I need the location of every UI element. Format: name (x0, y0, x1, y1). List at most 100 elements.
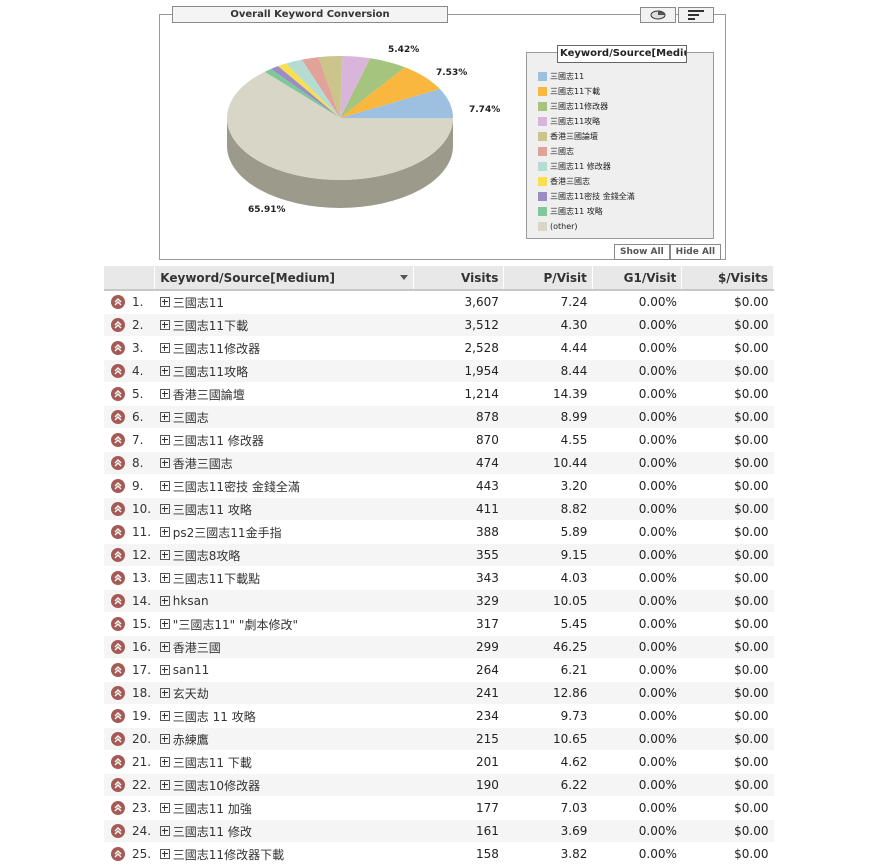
keyword-link[interactable]: 玄天劫 (173, 687, 209, 701)
legend-item[interactable]: 三國志11 攻略 (538, 204, 635, 219)
rank-chevron-icon[interactable] (111, 364, 125, 378)
legend-item[interactable]: 三國志11密技 金錢全滿 (538, 189, 635, 204)
header-g1visit[interactable]: G1/Visit (592, 266, 683, 291)
dvisits-cell: $0.00 (681, 635, 774, 659)
rank-chevron-icon[interactable] (111, 433, 125, 447)
bar-chart-view-button[interactable] (678, 7, 714, 23)
rank-chevron-icon[interactable] (111, 755, 125, 769)
legend-item[interactable]: 三國志11攻略 (538, 114, 635, 129)
keyword-link[interactable]: san11 (173, 663, 209, 677)
keyword-link[interactable]: 三國志11 修改 (173, 825, 252, 839)
keyword-link[interactable]: 三國志8攻略 (173, 549, 241, 563)
rank-chevron-icon[interactable] (111, 778, 125, 792)
keyword-link[interactable]: ps2三國志11金手指 (173, 526, 282, 540)
keyword-link[interactable]: 香港三國 (173, 641, 221, 655)
rank-chevron-icon[interactable] (111, 801, 125, 815)
rank-chevron-icon[interactable] (111, 686, 125, 700)
keyword-link[interactable]: 赤練鷹 (173, 733, 209, 747)
expand-plus-icon[interactable] (159, 573, 170, 583)
keyword-link[interactable]: 三國志11下載 (173, 319, 248, 333)
expand-plus-icon[interactable] (159, 527, 170, 537)
legend-item[interactable]: 香港三國論壇 (538, 129, 635, 144)
expand-plus-icon[interactable] (159, 504, 170, 514)
keyword-link[interactable]: 三國志11修改器下載 (173, 848, 284, 862)
keyword-link[interactable]: 三國志11下載點 (173, 572, 260, 586)
rank-chevron-icon[interactable] (111, 847, 125, 861)
rank-chevron-icon[interactable] (111, 571, 125, 585)
rank-chevron-icon[interactable] (111, 548, 125, 562)
rank-chevron-icon[interactable] (111, 341, 125, 355)
keyword-link[interactable]: 三國志11 (173, 296, 224, 310)
expand-plus-icon[interactable] (159, 803, 170, 813)
expand-plus-icon[interactable] (159, 389, 170, 399)
show-all-button[interactable]: Show All (614, 244, 670, 260)
keyword-link[interactable]: 三國志11修改器 (173, 342, 260, 356)
header-pvisit[interactable]: P/Visit (503, 266, 593, 291)
keyword-link[interactable]: 三國志11 修改器 (173, 434, 264, 448)
expand-plus-icon[interactable] (159, 688, 170, 698)
expand-plus-icon[interactable] (159, 412, 170, 422)
rank-chevron-icon[interactable] (111, 663, 125, 677)
rank-chevron-icon[interactable] (111, 318, 125, 332)
legend-item[interactable]: (other) (538, 219, 635, 234)
legend-item[interactable]: 三國志11 修改器 (538, 159, 635, 174)
header-dvisits[interactable]: $/Visits (681, 266, 774, 291)
keyword-link[interactable]: "三國志11" "劇本修改" (173, 618, 298, 632)
rank-chevron-icon[interactable] (111, 709, 125, 723)
keyword-link[interactable]: 三國志11 加強 (173, 802, 252, 816)
header-keyword[interactable]: Keyword/Source[Medium] (154, 266, 414, 291)
expand-plus-icon[interactable] (159, 734, 170, 744)
rank-chevron-icon[interactable] (111, 525, 125, 539)
rank-chevron-icon[interactable] (111, 617, 125, 631)
expand-plus-icon[interactable] (159, 849, 170, 859)
rank-chevron-icon[interactable] (111, 456, 125, 470)
expand-plus-icon[interactable] (159, 458, 170, 468)
rank-chevron-icon[interactable] (111, 295, 125, 309)
pie-chart-view-button[interactable] (640, 7, 676, 23)
legend-item[interactable]: 三國志11 (538, 69, 635, 84)
expand-plus-icon[interactable] (159, 320, 170, 330)
legend-label: 三國志11下載 (550, 87, 601, 96)
legend-item[interactable]: 香港三國志 (538, 174, 635, 189)
expand-plus-icon[interactable] (159, 619, 170, 629)
sort-arrow-icon[interactable] (399, 274, 408, 280)
expand-plus-icon[interactable] (159, 595, 170, 606)
expand-plus-icon[interactable] (159, 757, 170, 767)
keyword-link[interactable]: 三國志11攻略 (173, 365, 248, 379)
expand-plus-icon[interactable] (159, 435, 170, 445)
expand-plus-icon[interactable] (159, 481, 170, 491)
keyword-link[interactable]: 香港三國志 (173, 457, 233, 471)
expand-plus-icon[interactable] (159, 642, 170, 652)
hide-all-button[interactable]: Hide All (669, 244, 722, 260)
expand-plus-icon[interactable] (159, 550, 170, 560)
keyword-link[interactable]: 三國志 (173, 411, 209, 425)
rank-chevron-icon[interactable] (111, 387, 125, 401)
keyword-link[interactable]: 香港三國論壇 (173, 388, 245, 402)
legend-item[interactable]: 三國志 (538, 144, 635, 159)
keyword-link[interactable]: 三國志11 攻略 (173, 503, 252, 517)
rank-chevron-icon[interactable] (111, 640, 125, 654)
rank-chevron-icon[interactable] (111, 824, 125, 838)
keyword-link[interactable]: hksan (173, 594, 209, 608)
expand-plus-icon[interactable] (159, 780, 170, 790)
expand-plus-icon[interactable] (159, 343, 170, 353)
keyword-link[interactable]: 三國志 11 攻略 (173, 710, 256, 724)
rank-chevron-icon[interactable] (111, 410, 125, 424)
rank-number: 14. (132, 594, 152, 608)
keyword-link[interactable]: 三國志11 下載 (173, 756, 252, 770)
keyword-link[interactable]: 三國志11密技 金錢全滿 (173, 480, 300, 494)
expand-plus-icon[interactable] (159, 826, 170, 836)
expand-plus-icon[interactable] (159, 711, 170, 721)
legend-item[interactable]: 三國志11修改器 (538, 99, 635, 114)
expand-plus-icon[interactable] (159, 366, 170, 376)
expand-plus-icon[interactable] (159, 297, 170, 307)
rank-chevron-icon[interactable] (111, 732, 125, 746)
expand-plus-icon[interactable] (159, 664, 170, 675)
keyword-cell: san11 (154, 658, 414, 682)
legend-item[interactable]: 三國志11下載 (538, 84, 635, 99)
keyword-link[interactable]: 三國志10修改器 (173, 779, 260, 793)
rank-chevron-icon[interactable] (111, 594, 125, 608)
header-visits[interactable]: Visits (413, 266, 505, 291)
rank-chevron-icon[interactable] (111, 502, 125, 516)
rank-chevron-icon[interactable] (111, 479, 125, 493)
